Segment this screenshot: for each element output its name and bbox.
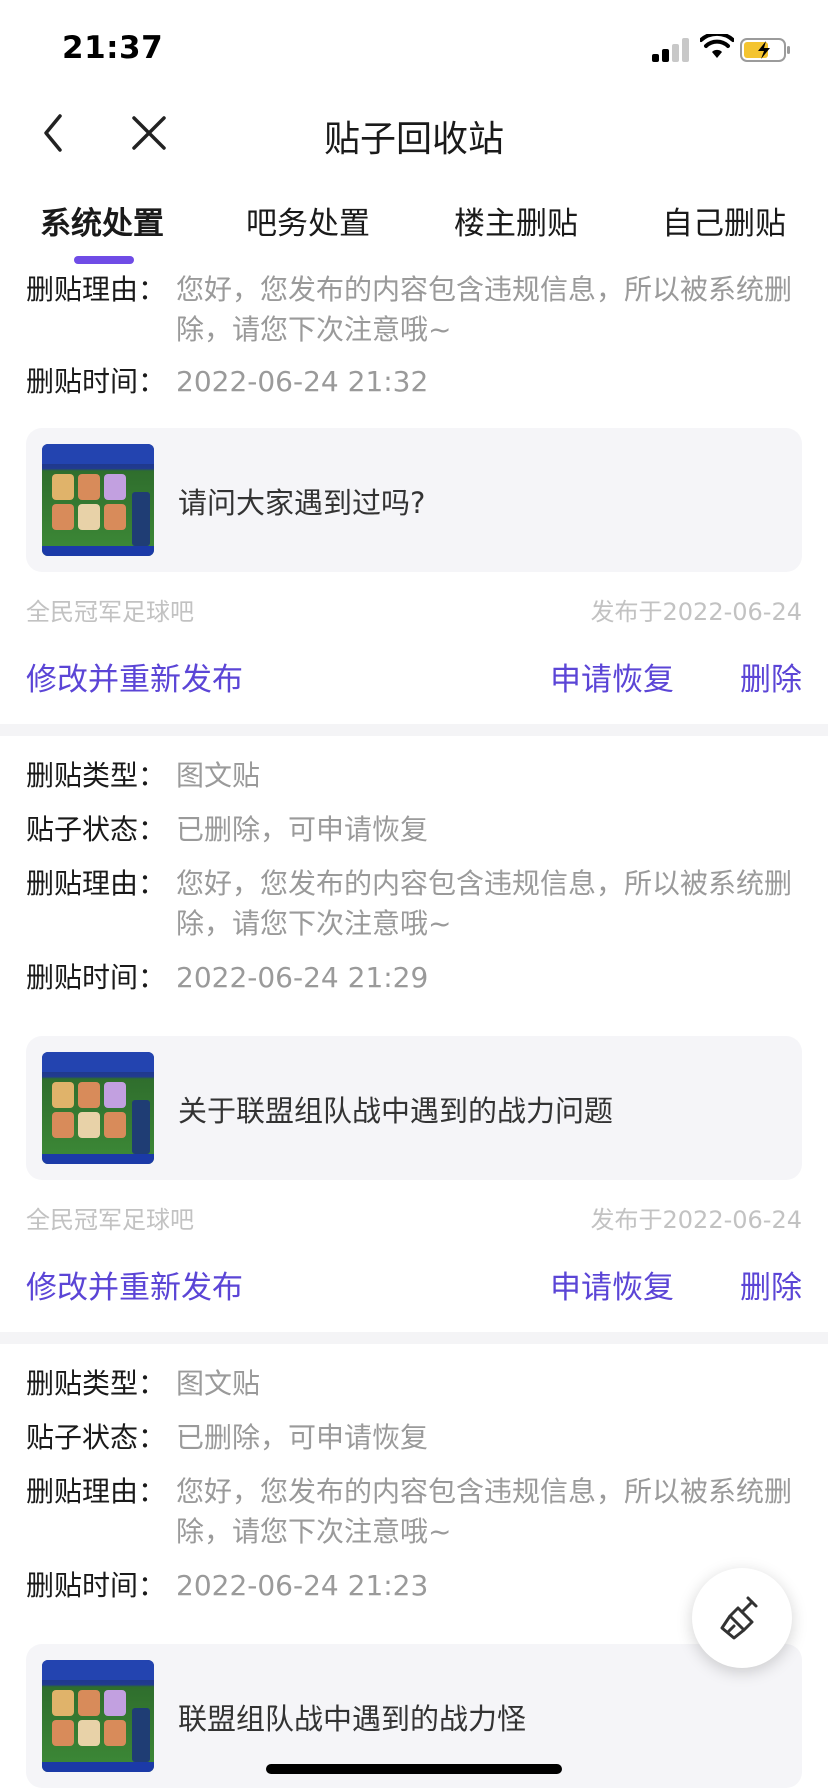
publish-date: 发布于2022-06-24 [590, 598, 802, 626]
delete-reason-row: 删贴理由： 您好，您发布的内容包含违规信息，所以被系统删除，请您下次注意哦~ [26, 1472, 802, 1556]
delete-reason-value: 您好，您发布的内容包含违规信息，所以被系统删除，请您下次注意哦~ [176, 1475, 793, 1548]
status-bar: 21:37 [0, 0, 828, 92]
tab-system-handling[interactable]: 系统处置 [40, 198, 164, 243]
section-divider [0, 724, 828, 736]
delete-reason-label: 删贴理由： [26, 867, 167, 900]
delete-button[interactable]: 删除 [740, 1262, 802, 1307]
delete-time-label: 删贴时间： [26, 365, 167, 398]
delete-reason-label: 删贴理由： [26, 1475, 167, 1508]
post-status-row: 贴子状态： 已删除，可申请恢复 [26, 810, 802, 850]
tab-self-deleted[interactable]: 自己删贴 [662, 198, 786, 243]
tab-active-indicator [74, 256, 134, 264]
forum-name[interactable]: 全民冠军足球吧 [26, 1200, 194, 1235]
delete-time-label: 删贴时间： [26, 961, 167, 994]
post-actions: 修改并重新发布 申请恢复 删除 [26, 1262, 802, 1306]
delete-type-value: 图文贴 [176, 1367, 261, 1400]
tab-bar: 系统处置 吧务处置 楼主删贴 自己删贴 [0, 186, 828, 266]
battery-charging-icon [740, 38, 790, 62]
post-meta: 全民冠军足球吧 发布于2022-06-24 [26, 592, 802, 627]
delete-reason-label: 删贴理由： [26, 273, 167, 306]
post-status-label: 贴子状态： [26, 1421, 167, 1454]
post-status-row: 贴子状态： 已删除，可申请恢复 [26, 1418, 802, 1458]
delete-reason-row: 删贴理由： 您好，您发布的内容包含违规信息，所以被系统删除，请您下次注意哦~ [26, 864, 802, 948]
delete-type-row: 删贴类型： 图文贴 [26, 1364, 802, 1404]
delete-time-row: 删贴时间： 2022-06-24 21:32 [26, 362, 802, 402]
section-divider [0, 1332, 828, 1344]
post-title: 联盟组队战中遇到的战力怪 [178, 1702, 527, 1736]
delete-button[interactable]: 删除 [740, 654, 802, 699]
request-restore-button[interactable]: 申请恢复 [550, 1262, 674, 1307]
post-title: 关于联盟组队战中遇到的战力问题 [178, 1094, 614, 1128]
request-restore-button[interactable]: 申请恢复 [550, 654, 674, 699]
home-indicator [266, 1764, 562, 1774]
delete-reason-value: 您好，您发布的内容包含违规信息，所以被系统删除，请您下次注意哦~ [176, 867, 793, 940]
cellular-signal-icon [652, 38, 690, 62]
post-meta: 全民冠军足球吧 发布于2022-06-24 [26, 1200, 802, 1235]
broom-icon [720, 1596, 758, 1640]
tab-admin-handling[interactable]: 吧务处置 [246, 198, 370, 243]
wifi-icon [700, 34, 734, 58]
post-list: 删贴理由： 您好，您发布的内容包含违规信息，所以被系统删除，请您下次注意哦~ 删… [0, 268, 828, 1792]
delete-time-row: 删贴时间： 2022-06-24 21:29 [26, 958, 802, 998]
delete-time-label: 删贴时间： [26, 1569, 167, 1602]
edit-repost-button[interactable]: 修改并重新发布 [26, 1262, 243, 1307]
page-title: 贴子回收站 [323, 119, 504, 160]
delete-time-value: 2022-06-24 21:29 [176, 961, 429, 994]
post-status-value: 已删除，可申请恢复 [176, 813, 429, 846]
post-card: 删贴类型： 图文贴 贴子状态： 已删除，可申请恢复 删贴理由： 您好，您发布的内… [0, 1344, 828, 1792]
forum-name[interactable]: 全民冠军足球吧 [26, 592, 194, 627]
tab-op-deleted[interactable]: 楼主删贴 [454, 198, 578, 243]
post-preview[interactable]: 请问大家遇到过吗? [26, 428, 802, 572]
post-thumbnail [42, 1660, 154, 1772]
post-thumbnail [42, 1052, 154, 1164]
post-title: 请问大家遇到过吗? [178, 486, 426, 520]
post-thumbnail [42, 444, 154, 556]
delete-time-value: 2022-06-24 21:32 [176, 365, 429, 398]
post-status-label: 贴子状态： [26, 813, 167, 846]
delete-type-label: 删贴类型： [26, 759, 167, 792]
nav-bar: 贴子回收站 [0, 92, 828, 176]
post-actions: 修改并重新发布 申请恢复 删除 [26, 654, 802, 698]
delete-time-row: 删贴时间： 2022-06-24 21:23 [26, 1566, 802, 1606]
clear-all-button[interactable] [692, 1568, 792, 1668]
status-time: 21:37 [62, 30, 164, 66]
post-card: 删贴理由： 您好，您发布的内容包含违规信息，所以被系统删除，请您下次注意哦~ 删… [0, 268, 828, 718]
edit-repost-button[interactable]: 修改并重新发布 [26, 654, 243, 699]
delete-reason-row: 删贴理由： 您好，您发布的内容包含违规信息，所以被系统删除，请您下次注意哦~ [26, 270, 802, 354]
delete-type-label: 删贴类型： [26, 1367, 167, 1400]
delete-type-row: 删贴类型： 图文贴 [26, 756, 802, 796]
post-card: 删贴类型： 图文贴 贴子状态： 已删除，可申请恢复 删贴理由： 您好，您发布的内… [0, 736, 828, 1330]
delete-reason-value: 您好，您发布的内容包含违规信息，所以被系统删除，请您下次注意哦~ [176, 273, 793, 346]
publish-date: 发布于2022-06-24 [590, 1206, 802, 1234]
post-preview[interactable]: 关于联盟组队战中遇到的战力问题 [26, 1036, 802, 1180]
delete-type-value: 图文贴 [176, 759, 261, 792]
post-status-value: 已删除，可申请恢复 [176, 1421, 429, 1454]
